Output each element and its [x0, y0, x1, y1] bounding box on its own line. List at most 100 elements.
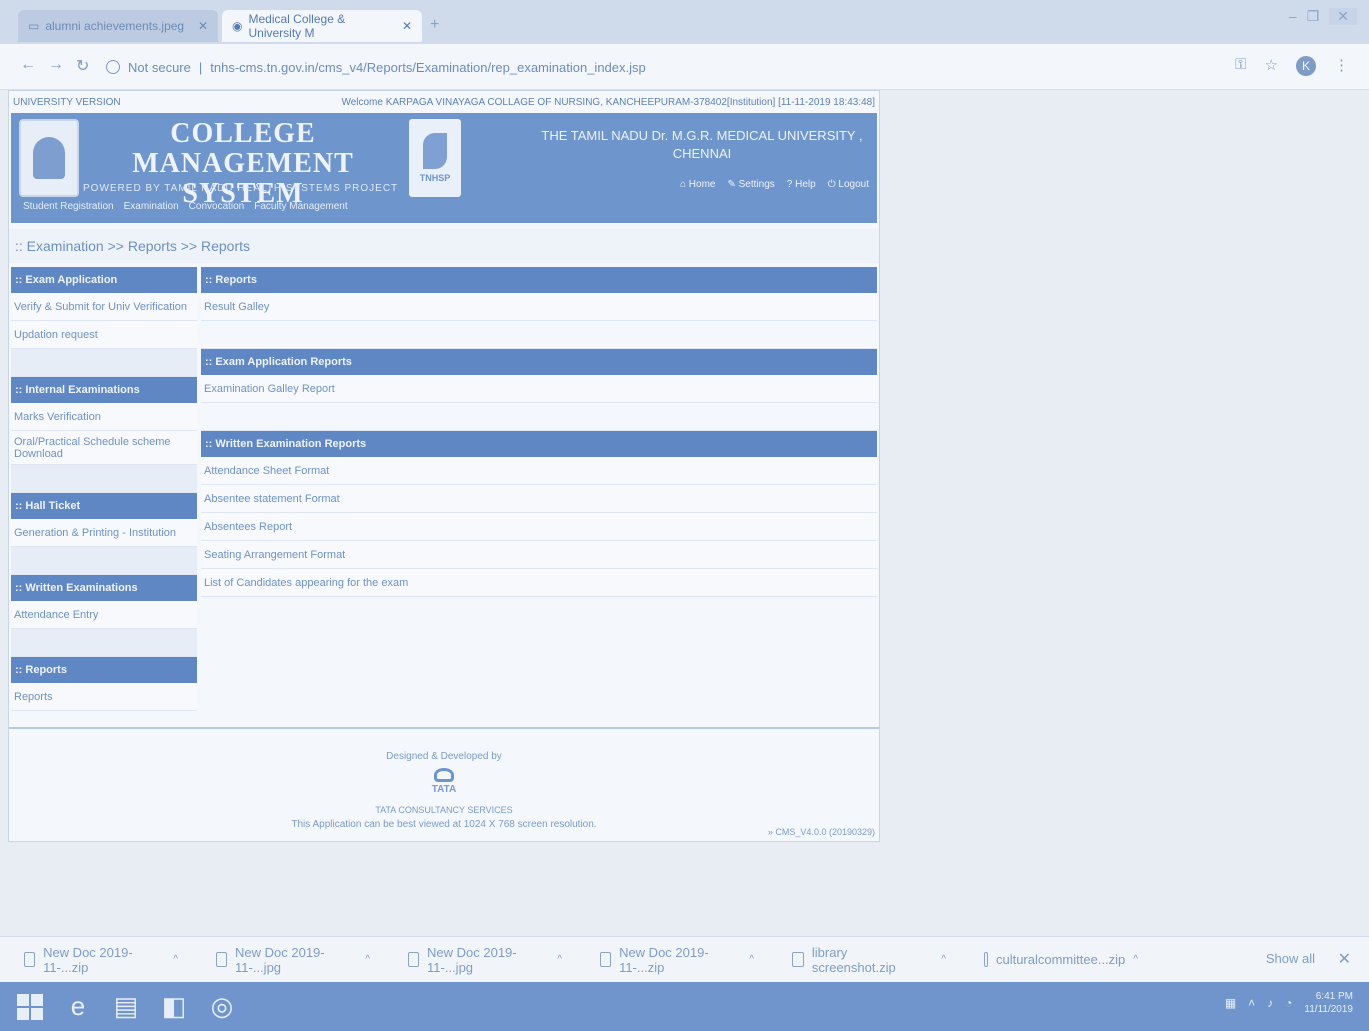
link-absentee-statement-format[interactable]: Absentee statement Format: [201, 485, 877, 513]
link-result-galley[interactable]: Result Galley: [201, 293, 877, 321]
web-page: UNIVERSITY VERSION Welcome KARPAGA VINAY…: [8, 90, 880, 842]
close-tab-icon[interactable]: ✕: [402, 19, 412, 33]
download-item[interactable]: culturalcommittee...zip ^: [960, 952, 1152, 967]
file-icon: [216, 952, 228, 967]
windows-start-icon[interactable]: [12, 990, 48, 1024]
university-name: THE TAMIL NADU Dr. M.G.R. MEDICAL UNIVER…: [537, 127, 867, 163]
link-list-of-candidates[interactable]: List of Candidates appearing for the exa…: [201, 569, 877, 597]
section-header-internal-examinations: :: Internal Examinations: [11, 377, 197, 403]
close-downloads-icon[interactable]: ✕: [1338, 949, 1351, 969]
settings-link[interactable]: ✎ Settings: [727, 179, 774, 190]
tnhsp-logo: TNHSP: [409, 119, 461, 197]
file-icon: [792, 952, 804, 967]
more-menu-icon[interactable]: ⋮: [1334, 56, 1349, 76]
caret-up-icon[interactable]: ^: [365, 954, 370, 965]
link-oral-practical-schedule[interactable]: Oral/Practical Schedule scheme Download: [11, 431, 197, 465]
download-item[interactable]: New Doc 2019-11-...zip ^: [0, 945, 192, 975]
store-icon[interactable]: ◧: [156, 990, 192, 1024]
close-window-icon[interactable]: ✕: [1329, 8, 1357, 25]
link-seating-arrangement-format[interactable]: Seating Arrangement Format: [201, 541, 877, 569]
download-item[interactable]: New Doc 2019-11-...zip ^: [576, 945, 768, 975]
reports-panel: :: Reports Result Galley :: Exam Applica…: [201, 267, 877, 711]
section-header-exam-application: :: Exam Application: [11, 267, 197, 293]
powered-by-text: POWERED BY TAMIL NADU HEALTH SYSTEMS PRO…: [83, 183, 399, 194]
tata-text: TATA: [431, 784, 457, 795]
file-explorer-icon[interactable]: ▤: [108, 990, 144, 1024]
show-all-downloads[interactable]: Show all: [1266, 951, 1315, 966]
window-controls: – ❐ ✕: [1289, 8, 1357, 25]
help-link[interactable]: ? Help: [787, 179, 816, 190]
url-text[interactable]: tnhs-cms.tn.gov.in/cms_v4/Reports/Examin…: [210, 60, 645, 75]
file-icon: [600, 952, 612, 967]
university-name-line1: THE TAMIL NADU Dr. M.G.R. MEDICAL UNIVER…: [541, 128, 863, 143]
info-icon[interactable]: [106, 60, 120, 74]
section-header-exam-application-reports: :: Exam Application Reports: [201, 349, 877, 375]
breadcrumb: :: Examination >> Reports >> Reports: [9, 229, 879, 263]
clock-date: 11/11/2019: [1304, 1004, 1353, 1015]
download-item[interactable]: New Doc 2019-11-...jpg ^: [384, 945, 576, 975]
link-verify-submit[interactable]: Verify & Submit for Univ Verification: [11, 293, 197, 321]
wifi-icon[interactable]: ◔: [1285, 996, 1292, 1010]
version-note: » CMS_V4.0.0 (20190329): [767, 827, 875, 837]
link-hall-ticket-generation[interactable]: Generation & Printing - Institution: [11, 519, 197, 547]
minimize-icon[interactable]: –: [1289, 8, 1297, 25]
link-attendance-entry[interactable]: Attendance Entry: [11, 601, 197, 629]
maximize-icon[interactable]: ❐: [1307, 8, 1320, 25]
help-icon: ?: [786, 179, 793, 190]
network-icon[interactable]: ▦: [1225, 996, 1236, 1010]
speaker-icon[interactable]: ♪: [1267, 996, 1273, 1010]
menu-examination[interactable]: Examination: [124, 201, 179, 212]
forward-icon[interactable]: →: [48, 56, 64, 74]
caret-up-icon[interactable]: ^: [749, 954, 754, 965]
menu-convocation[interactable]: Convocation: [189, 201, 245, 212]
power-icon: ⏻: [827, 179, 836, 190]
tab-label: Medical College & University M: [248, 12, 346, 40]
download-filename: New Doc 2019-11-...zip: [619, 944, 709, 975]
show-hidden-icons[interactable]: ˄: [1248, 996, 1255, 1010]
close-tab-icon[interactable]: ✕: [198, 19, 208, 33]
globe-icon: ◉: [232, 19, 243, 33]
link-absentees-report[interactable]: Absentees Report: [201, 513, 877, 541]
tcs-text: TATA CONSULTANCY SERVICES: [375, 805, 513, 815]
star-icon[interactable]: ☆: [1265, 56, 1278, 76]
key-icon[interactable]: ⚿: [1235, 56, 1246, 76]
content-columns: :: Exam Application Verify & Submit for …: [11, 267, 877, 711]
section-header-written-examinations: :: Written Examinations: [11, 575, 197, 601]
internet-explorer-icon[interactable]: e: [60, 990, 96, 1024]
caret-up-icon[interactable]: ^: [557, 954, 562, 965]
download-item[interactable]: New Doc 2019-11-...jpg ^: [192, 945, 384, 975]
version-label: UNIVERSITY VERSION: [13, 96, 121, 108]
logout-link[interactable]: ⏻ Logout: [828, 179, 869, 190]
section-header-reports-right: :: Reports: [201, 267, 877, 293]
chrome-icon[interactable]: ◎: [204, 990, 240, 1024]
download-item[interactable]: library screenshot.zip ^: [768, 945, 960, 975]
link-reports[interactable]: Reports: [11, 683, 197, 711]
new-tab-button[interactable]: +: [430, 16, 439, 34]
caret-up-icon[interactable]: ^: [173, 954, 178, 965]
reload-icon[interactable]: ↻: [76, 56, 89, 76]
address-bar-icons: ⚿ ☆ K ⋮: [1235, 56, 1349, 76]
url-field[interactable]: Not secure | tnhs-cms.tn.gov.in/cms_v4/R…: [106, 54, 1226, 80]
profile-avatar[interactable]: K: [1296, 56, 1316, 76]
system-tray: ▦ ˄ ♪ ◔ 6:41 PM 11/11/2019: [1225, 990, 1353, 1016]
link-examination-galley-report[interactable]: Examination Galley Report: [201, 375, 877, 403]
download-filename: New Doc 2019-11-...jpg: [427, 944, 517, 975]
caret-up-icon[interactable]: ^: [1133, 954, 1138, 965]
tata-logo-icon: [434, 768, 454, 782]
caret-up-icon[interactable]: ^: [941, 954, 946, 965]
clock-time: 6:41 PM: [1315, 991, 1353, 1002]
browser-tab-alumni[interactable]: ▭ alumni achievements.jpeg ✕: [18, 10, 218, 42]
menu-faculty-management[interactable]: Faculty Management: [254, 201, 347, 212]
menu-student-registration[interactable]: Student Registration: [23, 201, 114, 212]
home-link[interactable]: ⌂ Home: [680, 179, 716, 190]
link-marks-verification[interactable]: Marks Verification: [11, 403, 197, 431]
link-attendance-sheet-format[interactable]: Attendance Sheet Format: [201, 457, 877, 485]
app-title: COLLEGE MANAGEMENT SYSTEM: [83, 119, 403, 209]
left-menu: :: Exam Application Verify & Submit for …: [11, 267, 197, 711]
link-updation-request[interactable]: Updation request: [11, 321, 197, 349]
back-icon[interactable]: ←: [20, 56, 36, 74]
university-name-line2: CHENNAI: [672, 146, 732, 161]
designed-by-text: Designed & Developed by: [386, 751, 502, 762]
clock[interactable]: 6:41 PM 11/11/2019: [1304, 990, 1353, 1016]
browser-tab-cms[interactable]: ◉ Medical College & University M ✕: [222, 10, 422, 42]
